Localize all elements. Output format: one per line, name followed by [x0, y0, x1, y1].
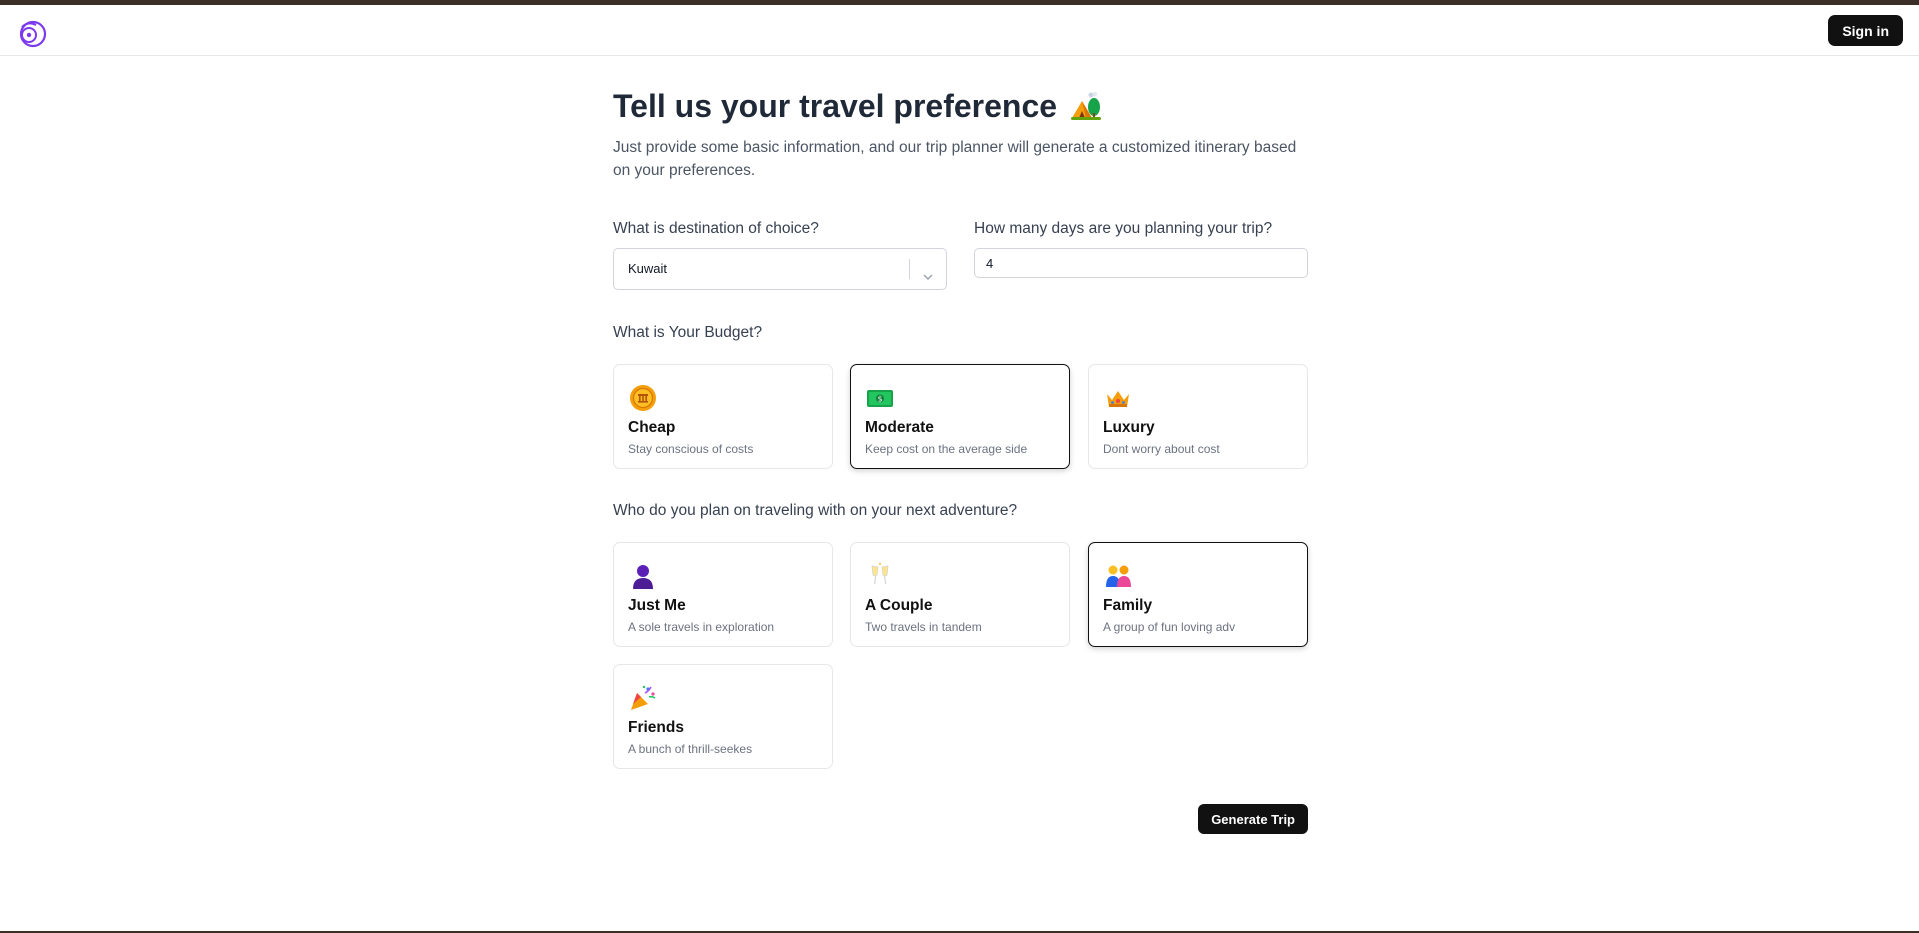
traveler-option-a-couple[interactable]: A Couple Two travels in tandem [850, 542, 1070, 647]
days-field: How many days are you planning your trip… [974, 218, 1308, 278]
budget-option-cheap[interactable]: Cheap Stay conscious of costs [613, 364, 833, 469]
traveler-option-desc: A sole travels in exploration [628, 620, 775, 634]
days-input[interactable] [974, 248, 1308, 278]
budget-option-desc: Dont worry about cost [1103, 442, 1220, 456]
traveler-option-just-me[interactable]: Just Me A sole travels in exploration [613, 542, 833, 647]
swirl-logo-icon[interactable] [16, 17, 50, 51]
traveler-option-desc: A bunch of thrill-seekes [628, 742, 753, 756]
budget-option-desc: Keep cost on the average side [865, 442, 1028, 456]
clinking-glasses-icon [865, 561, 895, 591]
traveler-option-desc: A group of fun loving adv [1103, 620, 1236, 634]
trip-preference-form: Tell us your travel preference Just prov… [613, 86, 1308, 834]
budget-option-title: Moderate [865, 419, 934, 436]
select-separator [909, 259, 910, 279]
destination-value: Kuwait [628, 261, 668, 276]
traveler-option-title: A Couple [865, 597, 933, 614]
budget-option-luxury[interactable]: Luxury Dont worry about cost [1088, 364, 1308, 469]
days-label: How many days are you planning your trip… [974, 220, 1273, 237]
person-silhouette-icon [628, 561, 658, 591]
budget-label: What is Your Budget? [613, 324, 763, 341]
app-header: Sign in [0, 5, 1919, 56]
generate-trip-button[interactable]: Generate Trip [1198, 804, 1308, 834]
traveler-option-friends[interactable]: Friends A bunch of thrill-seekes [613, 664, 833, 769]
destination-label: What is destination of choice? [613, 220, 819, 237]
svg-text:$: $ [877, 395, 882, 404]
destination-field: What is destination of choice? Kuwait [613, 218, 947, 290]
page-subtitle: Just provide some basic information, and… [613, 139, 1297, 179]
traveler-option-title: Friends [628, 719, 684, 736]
traveler-option-title: Just Me [628, 597, 686, 614]
budget-option-title: Luxury [1103, 419, 1155, 436]
coin-icon [628, 383, 658, 413]
party-popper-icon [628, 683, 658, 713]
budget-option-moderate[interactable]: $ Moderate Keep cost on the average side [850, 364, 1070, 469]
crown-icon [1103, 383, 1133, 413]
chevron-down-icon[interactable] [920, 261, 936, 281]
page-title-text: Tell us your travel preference [613, 87, 1058, 124]
camping-tent-icon [1069, 89, 1103, 123]
traveler-option-desc: Two travels in tandem [865, 620, 982, 634]
family-icon [1103, 561, 1133, 591]
page-title: Tell us your travel preference [613, 86, 1308, 126]
money-banknote-icon: $ [865, 383, 895, 413]
travelers-label: Who do you plan on traveling with on you… [613, 502, 1018, 519]
sign-in-button[interactable]: Sign in [1828, 15, 1903, 46]
traveler-option-title: Family [1103, 597, 1153, 614]
budget-option-title: Cheap [628, 419, 676, 436]
destination-select[interactable]: Kuwait [613, 248, 947, 290]
traveler-option-family[interactable]: Family A group of fun loving adv [1088, 542, 1308, 647]
budget-option-desc: Stay conscious of costs [628, 442, 754, 456]
